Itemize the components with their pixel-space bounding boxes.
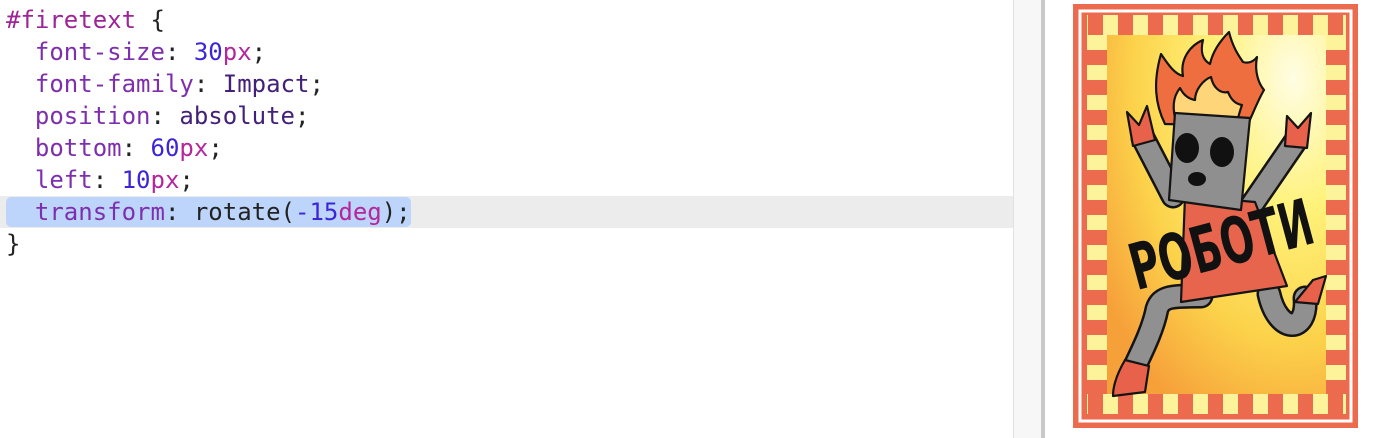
css-value: Impact bbox=[222, 70, 310, 98]
css-punctuation: ; bbox=[208, 134, 223, 162]
css-unit: deg bbox=[338, 198, 382, 226]
css-punctuation: : bbox=[164, 38, 194, 66]
robot-card-art: РОБОТИ bbox=[1073, 4, 1358, 428]
css-punctuation: : bbox=[92, 166, 122, 194]
css-property: position bbox=[6, 102, 151, 130]
css-property: transform bbox=[6, 198, 165, 226]
robot-right-eye bbox=[1210, 137, 1234, 167]
robot-head bbox=[1167, 111, 1252, 212]
code-line[interactable]: font-family: Impact; bbox=[0, 68, 1013, 100]
result-preview: РОБОТИ bbox=[1045, 0, 1378, 438]
css-punctuation: : bbox=[193, 70, 223, 98]
css-punctuation: ; bbox=[179, 166, 194, 194]
code-line[interactable]: font-size: 30px; bbox=[0, 36, 1013, 68]
code-line[interactable]: #firetext { bbox=[0, 4, 1013, 36]
css-number: 10 bbox=[121, 166, 151, 194]
css-punctuation: : bbox=[121, 134, 151, 162]
css-property: left bbox=[6, 166, 93, 194]
code-line[interactable]: } bbox=[0, 228, 1013, 260]
pane-splitter[interactable] bbox=[1013, 0, 1045, 438]
robot-mouth bbox=[1188, 172, 1206, 186]
css-punctuation: : bbox=[164, 198, 194, 226]
css-property: bottom bbox=[6, 134, 122, 162]
css-punctuation: } bbox=[6, 230, 21, 258]
css-function: rotate( bbox=[193, 198, 296, 226]
code-editor[interactable]: #firetext { font-size: 30px; font-family… bbox=[0, 0, 1013, 438]
css-unit: px bbox=[179, 134, 209, 162]
css-number: 30 bbox=[193, 38, 223, 66]
css-number: 60 bbox=[150, 134, 180, 162]
robot-card: РОБОТИ bbox=[1073, 4, 1358, 428]
code-line[interactable]: bottom: 60px; bbox=[0, 132, 1013, 164]
css-property: font-size bbox=[6, 38, 165, 66]
css-unit: px bbox=[222, 38, 252, 66]
css-unit: px bbox=[150, 166, 180, 194]
code-line-active[interactable]: transform: rotate(-15deg); bbox=[0, 196, 1013, 228]
css-number: -15 bbox=[295, 198, 339, 226]
css-punctuation: ; bbox=[251, 38, 267, 66]
css-punctuation: : bbox=[150, 102, 180, 130]
css-punctuation: ; bbox=[295, 102, 310, 130]
css-punctuation: { bbox=[136, 6, 165, 34]
code-line[interactable]: left: 10px; bbox=[0, 164, 1013, 196]
css-value: absolute bbox=[179, 102, 295, 130]
css-punctuation: ; bbox=[309, 70, 324, 98]
css-property: font-family bbox=[6, 70, 194, 98]
robot-left-eye bbox=[1175, 133, 1199, 163]
code-line[interactable]: position: absolute; bbox=[0, 100, 1013, 132]
css-selector: #firetext bbox=[6, 6, 137, 34]
css-punctuation: ); bbox=[381, 198, 411, 226]
